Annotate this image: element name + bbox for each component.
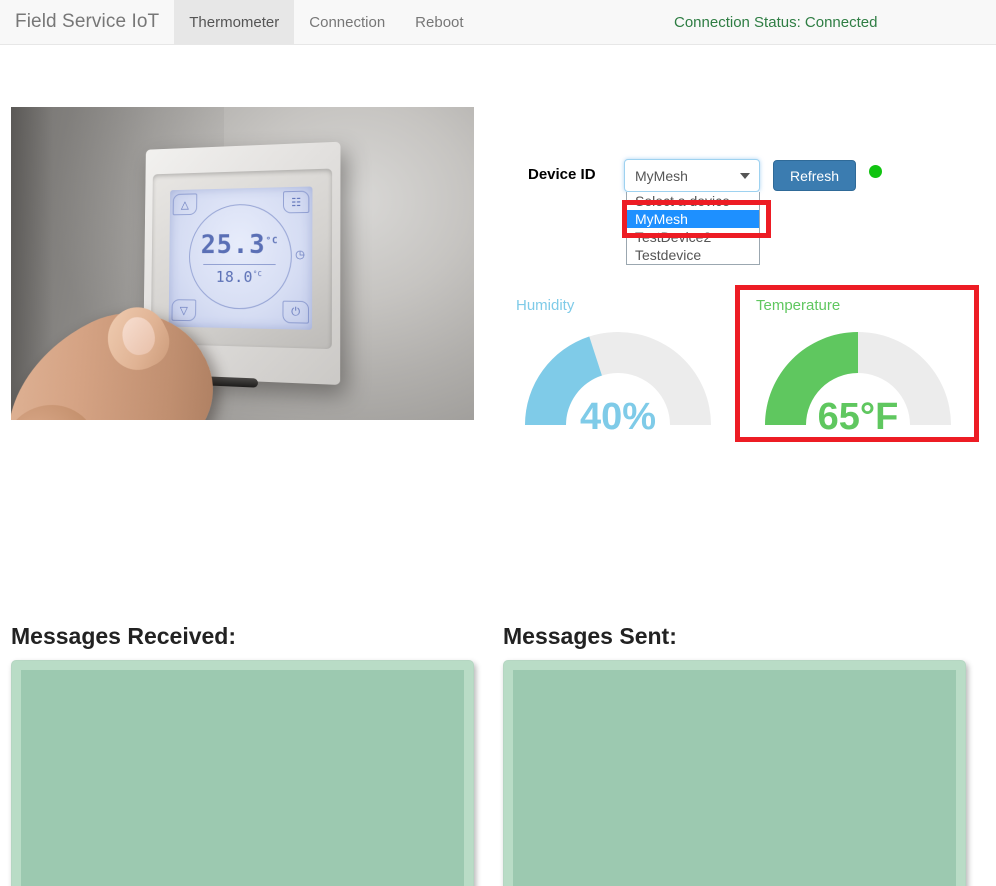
device-id-select[interactable]: MyMesh xyxy=(624,159,760,192)
book-icon: ☷ xyxy=(282,190,310,214)
thermostat-bezel: △ ☷ ▽ ⏻ ◷ 25.3°C 18.0°C xyxy=(150,168,333,388)
messages-sent-input[interactable] xyxy=(513,670,956,886)
screen-current-temp-value: 25.3 xyxy=(200,229,266,261)
option-select-a-device[interactable]: Select a device xyxy=(627,192,759,210)
messages-sent-title: Messages Sent: xyxy=(503,623,677,649)
device-id-label: Device ID xyxy=(528,166,596,183)
humidity-gauge-label: Humidity xyxy=(516,297,575,314)
navbar: Field Service IoT Thermometer Connection… xyxy=(0,0,996,45)
humidity-gauge-value: 40% xyxy=(579,396,657,438)
thermostat-screen: △ ☷ ▽ ⏻ ◷ 25.3°C 18.0°C xyxy=(168,186,313,330)
tab-reboot[interactable]: Reboot xyxy=(400,0,478,44)
app-brand[interactable]: Field Service IoT xyxy=(0,0,174,44)
screen-current-temp: 25.3°C xyxy=(169,229,312,260)
screen-target-temp-value: 18.0 xyxy=(215,267,254,287)
up-arrow-icon: △ xyxy=(172,193,198,216)
screen-current-temp-unit: °C xyxy=(265,236,279,247)
option-testdevice[interactable]: Testdevice xyxy=(627,246,759,264)
option-testdevice2[interactable]: TestDevice2 xyxy=(627,228,759,246)
screen-target-temp-unit: °C xyxy=(252,270,263,279)
chevron-down-icon xyxy=(740,172,750,179)
temperature-gauge-label: Temperature xyxy=(756,297,841,314)
temperature-gauge-value: 65°F xyxy=(817,396,899,438)
connection-status-text: Connection Status: Connected xyxy=(674,14,878,31)
temperature-gauge: Temperature 65°F xyxy=(748,297,968,438)
main-content: △ ☷ ▽ ⏻ ◷ 25.3°C 18.0°C Device ID MyMesh… xyxy=(0,45,996,886)
device-id-selected-value: MyMesh xyxy=(635,167,688,184)
messages-received-input[interactable] xyxy=(21,670,464,886)
messages-sent-box[interactable] xyxy=(503,660,966,886)
thermostat-photo: △ ☷ ▽ ⏻ ◷ 25.3°C 18.0°C xyxy=(11,107,474,420)
power-icon: ⏻ xyxy=(282,300,310,324)
device-id-options-list[interactable]: Select a device MyMesh TestDevice2 Testd… xyxy=(626,192,760,265)
humidity-gauge: Humidity 40% xyxy=(508,297,728,438)
nav-tabs: Thermometer Connection Reboot xyxy=(174,0,478,44)
screen-divider xyxy=(203,263,276,266)
option-mymesh[interactable]: MyMesh xyxy=(627,210,759,228)
refresh-button[interactable]: Refresh xyxy=(773,160,856,191)
tab-thermometer[interactable]: Thermometer xyxy=(174,0,295,44)
status-indicator-dot xyxy=(869,165,882,178)
messages-received-box[interactable] xyxy=(11,660,474,886)
tab-connection[interactable]: Connection xyxy=(294,0,400,44)
screen-target-temp: 18.0°C xyxy=(169,268,312,287)
photo-canvas: △ ☷ ▽ ⏻ ◷ 25.3°C 18.0°C xyxy=(11,107,474,420)
finger-knuckle xyxy=(11,388,114,420)
messages-received-title: Messages Received: xyxy=(11,623,237,649)
down-arrow-icon: ▽ xyxy=(171,299,197,322)
